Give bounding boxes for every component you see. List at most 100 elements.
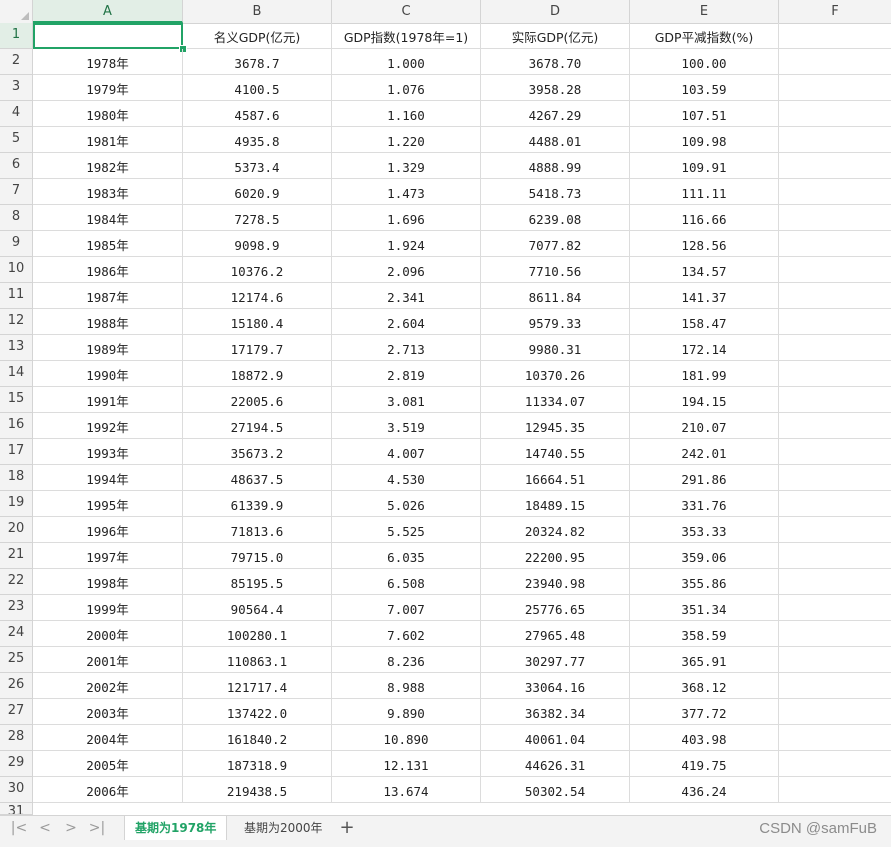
sheet-tab-base-1978[interactable]: 基期为1978年	[124, 816, 228, 842]
cell-gdp-index[interactable]: 5.525	[332, 517, 481, 543]
cell-real-gdp[interactable]: 9980.31	[481, 335, 630, 361]
cell-gdp-index[interactable]: 2.713	[332, 335, 481, 361]
cell-gdp-deflator[interactable]: 358.59	[630, 621, 779, 647]
cell-f[interactable]	[779, 647, 891, 673]
cell-gdp-deflator[interactable]: 109.98	[630, 127, 779, 153]
cell-gdp-index[interactable]: 2.341	[332, 283, 481, 309]
cell-nominal-gdp[interactable]: 110863.1	[183, 647, 332, 673]
next-sheet-icon[interactable]: >	[62, 820, 80, 836]
cell-gdp-index[interactable]: 9.890	[332, 699, 481, 725]
cell-real-gdp[interactable]: 4267.29	[481, 101, 630, 127]
cell-gdp-index[interactable]: 1.329	[332, 153, 481, 179]
cell-gdp-index[interactable]: 1.220	[332, 127, 481, 153]
cell-nominal-gdp[interactable]: 7278.5	[183, 205, 332, 231]
row-header[interactable]: 31	[0, 803, 33, 815]
cell-year[interactable]: 1984年	[33, 205, 183, 231]
column-header-f[interactable]: F	[779, 0, 891, 23]
cell-real-gdp[interactable]: 5418.73	[481, 179, 630, 205]
cell-nominal-gdp[interactable]: 5373.4	[183, 153, 332, 179]
cell-real-gdp[interactable]: 36382.34	[481, 699, 630, 725]
cell-gdp-deflator[interactable]: 109.91	[630, 153, 779, 179]
row-header[interactable]: 23	[0, 595, 33, 621]
cell-year[interactable]: 1994年	[33, 465, 183, 491]
first-sheet-icon[interactable]: |<	[10, 820, 28, 836]
cell-gdp-deflator[interactable]: 210.07	[630, 413, 779, 439]
cell-nominal-gdp[interactable]: 85195.5	[183, 569, 332, 595]
cell-gdp-deflator[interactable]: 103.59	[630, 75, 779, 101]
row-header[interactable]: 2	[0, 49, 33, 75]
cell-year[interactable]: 1985年	[33, 231, 183, 257]
cell-real-gdp[interactable]: 7077.82	[481, 231, 630, 257]
row-header[interactable]: 14	[0, 361, 33, 387]
cell-e1[interactable]: GDP平减指数(%)	[630, 23, 779, 49]
cell-year[interactable]: 1979年	[33, 75, 183, 101]
cell-f[interactable]	[779, 387, 891, 413]
cell-gdp-index[interactable]: 5.026	[332, 491, 481, 517]
cell-real-gdp[interactable]: 4888.99	[481, 153, 630, 179]
cell-gdp-deflator[interactable]: 419.75	[630, 751, 779, 777]
cell-gdp-index[interactable]: 8.236	[332, 647, 481, 673]
cell-year[interactable]: 1991年	[33, 387, 183, 413]
cell-gdp-index[interactable]: 1.696	[332, 205, 481, 231]
cell-nominal-gdp[interactable]: 4587.6	[183, 101, 332, 127]
cell-nominal-gdp[interactable]: 4935.8	[183, 127, 332, 153]
cell-real-gdp[interactable]: 18489.15	[481, 491, 630, 517]
cell-year[interactable]: 1981年	[33, 127, 183, 153]
cell-gdp-deflator[interactable]: 134.57	[630, 257, 779, 283]
cell-year[interactable]: 1983年	[33, 179, 183, 205]
cell-real-gdp[interactable]: 40061.04	[481, 725, 630, 751]
cell-year[interactable]: 2003年	[33, 699, 183, 725]
cell-gdp-index[interactable]: 12.131	[332, 751, 481, 777]
row-header[interactable]: 7	[0, 179, 33, 205]
cell-f[interactable]	[779, 699, 891, 725]
cell-nominal-gdp[interactable]: 79715.0	[183, 543, 332, 569]
cell-real-gdp[interactable]: 11334.07	[481, 387, 630, 413]
cell-gdp-deflator[interactable]: 368.12	[630, 673, 779, 699]
cell-year[interactable]: 2001年	[33, 647, 183, 673]
cell-f[interactable]	[779, 621, 891, 647]
cell-nominal-gdp[interactable]: 71813.6	[183, 517, 332, 543]
cell-f[interactable]	[779, 465, 891, 491]
select-all-corner[interactable]	[0, 0, 33, 23]
cell-gdp-index[interactable]: 1.160	[332, 101, 481, 127]
row-header[interactable]: 17	[0, 439, 33, 465]
row-header[interactable]: 30	[0, 777, 33, 803]
cell-real-gdp[interactable]: 16664.51	[481, 465, 630, 491]
cell-year[interactable]: 1999年	[33, 595, 183, 621]
row-header[interactable]: 16	[0, 413, 33, 439]
cell-nominal-gdp[interactable]: 48637.5	[183, 465, 332, 491]
plus-icon[interactable]: +	[338, 818, 356, 838]
cell-real-gdp[interactable]: 23940.98	[481, 569, 630, 595]
cell-gdp-deflator[interactable]: 355.86	[630, 569, 779, 595]
cell-nominal-gdp[interactable]: 9098.9	[183, 231, 332, 257]
cell-gdp-index[interactable]: 13.674	[332, 777, 481, 803]
last-sheet-icon[interactable]: >|	[88, 820, 106, 836]
cell-f[interactable]	[779, 543, 891, 569]
cell-gdp-index[interactable]: 1.924	[332, 231, 481, 257]
cell-real-gdp[interactable]: 12945.35	[481, 413, 630, 439]
row-header[interactable]: 27	[0, 699, 33, 725]
row-header[interactable]: 20	[0, 517, 33, 543]
cell-year[interactable]: 2005年	[33, 751, 183, 777]
cell-gdp-deflator[interactable]: 111.11	[630, 179, 779, 205]
cell-gdp-index[interactable]: 2.604	[332, 309, 481, 335]
column-header-e[interactable]: E	[630, 0, 779, 23]
cell-gdp-index[interactable]: 3.081	[332, 387, 481, 413]
cell-year[interactable]: 2006年	[33, 777, 183, 803]
cell-year[interactable]: 2004年	[33, 725, 183, 751]
cell-year[interactable]: 1993年	[33, 439, 183, 465]
row-header[interactable]: 26	[0, 673, 33, 699]
cell-f[interactable]	[779, 673, 891, 699]
cell-gdp-deflator[interactable]: 194.15	[630, 387, 779, 413]
cell-real-gdp[interactable]: 14740.55	[481, 439, 630, 465]
cell-nominal-gdp[interactable]: 17179.7	[183, 335, 332, 361]
cell-gdp-index[interactable]: 8.988	[332, 673, 481, 699]
column-header-b[interactable]: B	[183, 0, 332, 23]
row-header[interactable]: 11	[0, 283, 33, 309]
cell-d1[interactable]: 实际GDP(亿元)	[481, 23, 630, 49]
cell-nominal-gdp[interactable]: 18872.9	[183, 361, 332, 387]
row-header[interactable]: 25	[0, 647, 33, 673]
cell-year[interactable]: 2002年	[33, 673, 183, 699]
column-header-a[interactable]: A	[33, 0, 183, 23]
cell-real-gdp[interactable]: 8611.84	[481, 283, 630, 309]
